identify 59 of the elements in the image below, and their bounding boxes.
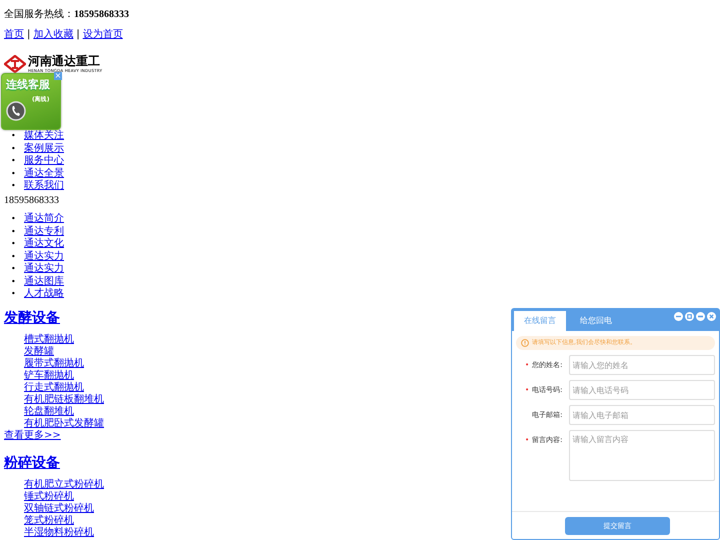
nav-link[interactable]: 案例展示 (24, 142, 64, 155)
bullet: • (11, 250, 17, 262)
about-link[interactable]: 通达文化 (24, 238, 64, 250)
logo-icon (4, 55, 26, 73)
bullet: • (11, 142, 17, 154)
product-link[interactable]: 双轴链式粉碎机 (24, 503, 94, 515)
bullet: • (11, 168, 17, 180)
bullet: • (11, 213, 17, 225)
nav-link[interactable]: 服务中心 (24, 155, 64, 168)
section-title[interactable]: 发酵设备 (4, 310, 60, 326)
section-title[interactable]: 粉碎设备 (4, 455, 60, 471)
bullet: • (11, 130, 17, 142)
nav-link[interactable]: 通达全景 (24, 168, 64, 180)
message-field[interactable]: 请输入留言内容 (568, 430, 715, 481)
product-link[interactable]: 半湿物料粉碎机 (24, 527, 94, 539)
logo-name: 河南通达重工 (28, 55, 101, 68)
top-link[interactable]: 首页 (4, 29, 24, 40)
about-link[interactable]: 通达实力 (24, 250, 64, 263)
bullet: • (11, 155, 17, 167)
product-link[interactable]: 槽式翻抛机 (24, 334, 74, 346)
about-link[interactable]: 人才战略 (24, 288, 64, 300)
bullet: • (11, 276, 17, 288)
about-link[interactable]: 通达简介 (24, 213, 64, 226)
hotline-label: 全国服务热线： (4, 9, 74, 20)
product-link[interactable]: 履带式翻抛机 (24, 358, 84, 370)
bullet: • (11, 180, 17, 192)
product-link[interactable]: 有机肥链板翻堆机 (24, 394, 104, 406)
product-link[interactable]: 行走式翻抛机 (24, 382, 84, 394)
top-link[interactable]: 设为首页 (82, 29, 123, 40)
product-link[interactable]: 锤式粉碎机 (24, 491, 74, 503)
product-link[interactable]: 轮盘翻堆机 (24, 406, 74, 418)
more-link[interactable]: 查看更多>> (4, 430, 61, 442)
about-link[interactable]: 通达图库 (24, 276, 64, 288)
bullet: • (11, 288, 17, 300)
input-field[interactable]: 请输入电子邮箱 (568, 405, 715, 425)
nav-link[interactable]: 联系我们 (24, 180, 64, 192)
about-link[interactable]: 通达专利 (24, 226, 64, 238)
product-link[interactable]: 铲车翻抛机 (24, 370, 74, 382)
link-separator: | (27, 29, 30, 40)
hotline-number: 18595868333 (74, 9, 129, 20)
phone-number: 18595868333 (4, 195, 59, 207)
product-link[interactable]: 笼式粉碎机 (24, 515, 74, 527)
product-link[interactable]: 有机肥立式粉碎机 (24, 479, 104, 491)
link-separator: | (76, 29, 80, 40)
input-field[interactable]: 请输入电话号码 (568, 380, 715, 400)
info-icon (521, 339, 529, 347)
bullet: • (11, 263, 17, 275)
input-field[interactable]: 请输入您的姓名 (568, 355, 715, 375)
product-link[interactable]: 发酵罐 (24, 346, 54, 358)
minimize-icon[interactable] (696, 312, 705, 321)
about-link[interactable]: 通达实力 (24, 263, 64, 276)
bullet: • (11, 226, 17, 238)
close-icon[interactable] (707, 312, 716, 321)
bullet: • (11, 238, 17, 250)
top-link[interactable]: 加入收藏 (33, 29, 74, 40)
product-link[interactable]: 有机肥卧式发酵罐 (24, 418, 104, 430)
nav-link[interactable]: 媒体关注 (24, 130, 64, 142)
restore-icon[interactable] (685, 312, 694, 321)
phone-icon (6, 101, 26, 121)
